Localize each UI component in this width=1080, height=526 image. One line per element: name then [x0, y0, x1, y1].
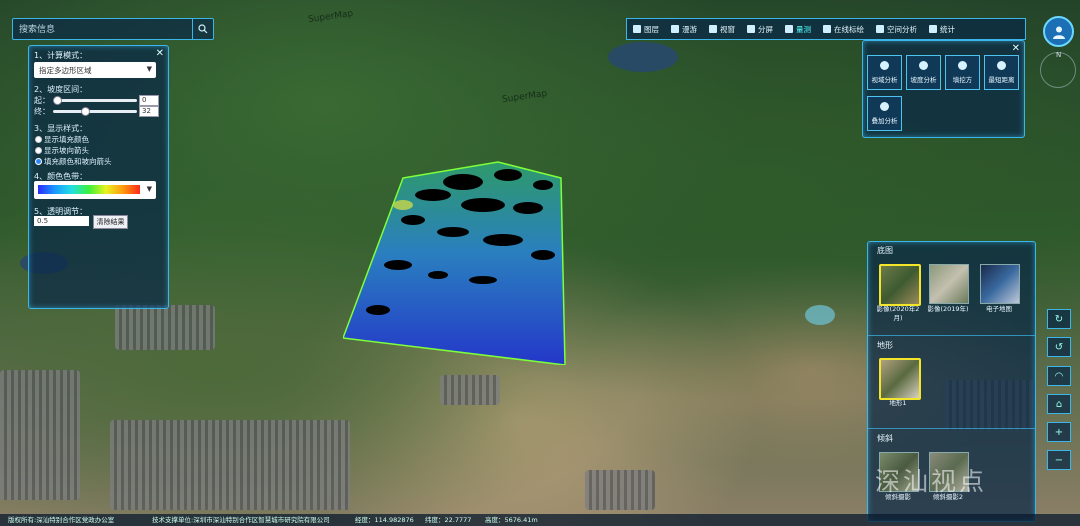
caret-down-icon: ▼	[146, 185, 152, 193]
town-area	[115, 305, 215, 350]
viewport-icon	[709, 25, 717, 33]
end-label: 终：	[34, 107, 50, 116]
plot-icon	[823, 25, 831, 33]
toolbar-plot[interactable]: 在线标绘	[817, 24, 870, 35]
end-value-input[interactable]: 32	[139, 106, 159, 117]
toolbar-statistics[interactable]: 统计	[923, 24, 961, 35]
latitude-readout: 纬度：22.7777	[425, 516, 472, 524]
support-text: 技术支撑单位:深圳市深汕特别合作区智慧城市研究院有限公司	[152, 516, 330, 524]
caret-down-icon: ▼	[146, 65, 152, 73]
split-screen-icon	[747, 25, 755, 33]
section-style-label: 3、显示样式：	[34, 124, 88, 133]
mode-select[interactable]: 指定多边形区域 ▼	[34, 62, 156, 78]
basemap-title: 底图	[877, 246, 893, 255]
town-area	[585, 470, 655, 510]
cut-fill-icon	[958, 61, 967, 70]
toolbar-roam[interactable]: 漫游	[665, 24, 703, 35]
height-readout: 高度：5676.41m	[485, 516, 538, 524]
toolbar-viewport[interactable]: 视窗	[703, 24, 741, 35]
start-slider[interactable]	[53, 96, 137, 105]
user-icon	[1052, 26, 1065, 39]
copyright-text: 版权所有:深汕特别合作区党政办公室	[8, 516, 115, 524]
tool-overlay[interactable]: 叠加分析	[867, 96, 902, 131]
mode-select-value: 指定多边形区域	[39, 66, 92, 75]
color-ramp-select[interactable]: ▼	[34, 181, 156, 199]
rotate-ccw-icon[interactable]: ↺	[1047, 337, 1071, 357]
style-option-arrow[interactable]: 显示坡向箭头	[35, 145, 89, 156]
clear-result-button[interactable]: 清除结果	[93, 215, 128, 229]
search-icon	[198, 24, 208, 34]
tool-slope[interactable]: 坡度分析	[906, 55, 941, 90]
tool-cut-fill[interactable]: 填挖方	[945, 55, 980, 90]
compass-icon[interactable]: N	[1040, 51, 1076, 88]
close-icon[interactable]: ✕	[1012, 43, 1020, 54]
color-ramp-preview	[38, 185, 140, 194]
slider-handle[interactable]	[53, 96, 62, 105]
basemap-thumb-electronic[interactable]	[980, 264, 1020, 304]
analysis-icon	[876, 25, 884, 33]
basemap-thumb-image-2019[interactable]	[929, 264, 969, 304]
tilt-icon[interactable]: ◠	[1047, 366, 1071, 386]
start-label: 起：	[34, 96, 50, 105]
lake	[805, 305, 835, 325]
toolbar-spatial-analysis[interactable]: 空间分析	[870, 24, 923, 35]
main-toolbar: 图层 漫游 视窗 分屏 量测 在线标绘 空间分析 统计	[626, 18, 1026, 40]
distance-icon	[997, 61, 1006, 70]
style-option-both[interactable]: 填充颜色和坡向箭头	[35, 156, 112, 167]
town-area	[110, 420, 350, 510]
user-avatar[interactable]	[1043, 16, 1074, 47]
terrain-title: 地形	[877, 341, 893, 350]
radio-icon	[35, 147, 42, 154]
terrain-label: 地形1	[889, 399, 907, 407]
town-area	[0, 370, 80, 500]
slope-icon	[919, 61, 928, 70]
toolbar-layers[interactable]: 图层	[627, 24, 665, 35]
radio-icon	[35, 136, 42, 143]
eye-icon	[880, 61, 889, 70]
search-button[interactable]	[192, 19, 213, 39]
lake	[608, 42, 678, 72]
spatial-analysis-panel: ✕ 视域分析 坡度分析 填挖方 最短距离 叠加分析	[862, 40, 1025, 138]
slider-handle[interactable]	[81, 107, 90, 116]
overlay-icon	[880, 102, 889, 111]
slope-settings-panel: ✕ 1、计算模式： 指定多边形区域 ▼ 2、坡度区间： 起： 0 终： 32 3…	[28, 45, 169, 309]
ruler-icon	[785, 25, 793, 33]
section-mode-label: 1、计算模式：	[34, 51, 88, 60]
plane-icon	[671, 25, 679, 33]
close-icon[interactable]: ✕	[156, 48, 164, 59]
terrain-thumb[interactable]	[879, 358, 921, 400]
status-bar: 版权所有:深汕特别合作区党政办公室 技术支撑单位:深圳市深汕特别合作区智慧城市研…	[0, 514, 1080, 526]
watermark: 深汕视点	[875, 467, 988, 496]
end-slider[interactable]	[53, 107, 137, 116]
basemap-thumb-image-2020[interactable]	[879, 264, 921, 306]
home-icon[interactable]: ⌂	[1047, 394, 1071, 414]
town-area	[440, 375, 500, 405]
start-value-input[interactable]: 0	[139, 95, 159, 106]
divider	[868, 428, 1035, 429]
cube-icon	[929, 25, 937, 33]
divider	[868, 335, 1035, 336]
layers-icon	[633, 25, 641, 33]
radio-selected-icon	[35, 158, 42, 165]
basemap-label: 电子地图	[986, 305, 1012, 313]
basemap-label: 影像(2019年)	[927, 305, 969, 313]
tool-viewshed[interactable]: 视域分析	[867, 55, 902, 90]
search-box	[12, 18, 214, 40]
rotate-cw-icon[interactable]: ↻	[1047, 309, 1071, 329]
tool-shortest-distance[interactable]: 最短距离	[984, 55, 1019, 90]
oblique-title: 倾斜	[877, 434, 893, 443]
search-input[interactable]	[17, 21, 189, 39]
toolbar-measure[interactable]: 量测	[779, 24, 817, 35]
section-range-label: 2、坡度区间：	[34, 85, 88, 94]
style-option-fill[interactable]: 显示填充颜色	[35, 134, 89, 145]
zoom-in-icon[interactable]: +	[1047, 422, 1071, 442]
alpha-input[interactable]: 0.5	[34, 216, 89, 226]
longitude-readout: 经度：114.982876	[355, 516, 414, 524]
basemap-label: 影像(2020年2月)	[876, 305, 920, 322]
zoom-out-icon[interactable]: −	[1047, 450, 1071, 470]
map-brand-label: SuperMap	[307, 8, 354, 26]
map-brand-label: SuperMap	[501, 88, 548, 106]
toolbar-split[interactable]: 分屏	[741, 24, 779, 35]
slope-analysis-overlay	[343, 161, 566, 365]
